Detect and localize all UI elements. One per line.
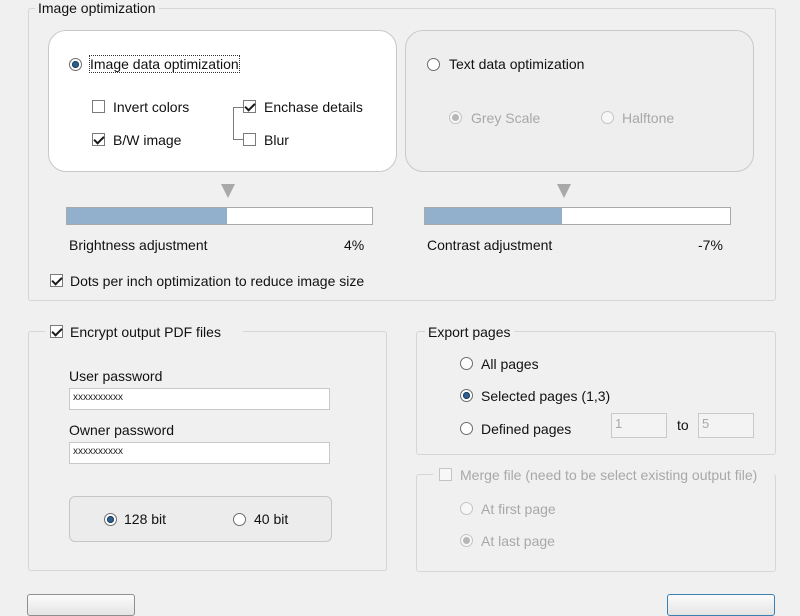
defined-pages-from-input[interactable]: 1 bbox=[611, 413, 667, 438]
text-data-panel bbox=[405, 30, 754, 172]
at-last-page-label[interactable]: At last page bbox=[481, 533, 555, 549]
merge-file-label[interactable]: Merge file (need to be select existing o… bbox=[460, 467, 757, 483]
all-pages-radio[interactable] bbox=[460, 357, 473, 370]
brightness-slider-track[interactable] bbox=[66, 207, 373, 225]
enhance-details-checkbox[interactable] bbox=[243, 100, 256, 113]
brightness-label: Brightness adjustment bbox=[69, 237, 208, 253]
defined-pages-to-input[interactable]: 5 bbox=[698, 413, 754, 438]
encrypt-pdf-checkbox[interactable] bbox=[50, 325, 63, 338]
bit128-radio[interactable] bbox=[104, 513, 117, 526]
to-label: to bbox=[677, 417, 689, 433]
brightness-slider-thumb[interactable] bbox=[221, 184, 235, 198]
image-data-optimization-label[interactable]: Image data optimization bbox=[89, 55, 240, 73]
owner-password-input[interactable]: xxxxxxxxxx bbox=[69, 442, 330, 464]
bit40-label[interactable]: 40 bit bbox=[254, 511, 288, 527]
at-first-page-radio[interactable] bbox=[460, 502, 473, 515]
bit128-label[interactable]: 128 bit bbox=[124, 511, 166, 527]
at-first-page-label[interactable]: At first page bbox=[481, 501, 556, 517]
owner-password-label: Owner password bbox=[69, 422, 175, 438]
defined-pages-label[interactable]: Defined pages bbox=[481, 421, 571, 437]
defined-pages-radio[interactable] bbox=[460, 422, 473, 435]
grey-scale-label[interactable]: Grey Scale bbox=[471, 110, 540, 126]
all-pages-label[interactable]: All pages bbox=[481, 356, 539, 372]
enhance-details-label[interactable]: Enchase details bbox=[264, 99, 363, 115]
bw-image-label[interactable]: B/W image bbox=[113, 132, 181, 148]
blur-checkbox[interactable] bbox=[243, 133, 256, 146]
user-password-label: User password bbox=[69, 368, 163, 384]
contrast-slider-fill bbox=[425, 208, 563, 224]
image-optimization-legend: Image optimization bbox=[35, 0, 159, 16]
selected-pages-radio[interactable] bbox=[460, 389, 473, 402]
at-last-page-radio[interactable] bbox=[460, 534, 473, 547]
brightness-slider-fill bbox=[67, 208, 228, 224]
invert-colors-label[interactable]: Invert colors bbox=[113, 99, 189, 115]
export-pages-legend: Export pages bbox=[425, 324, 514, 340]
text-data-optimization-label[interactable]: Text data optimization bbox=[449, 56, 584, 72]
blur-label[interactable]: Blur bbox=[264, 132, 289, 148]
halftone-radio[interactable] bbox=[601, 111, 614, 124]
selected-pages-label[interactable]: Selected pages (1,3) bbox=[481, 388, 610, 404]
image-data-optimization-radio[interactable] bbox=[69, 58, 82, 71]
right-dialog-button[interactable] bbox=[667, 594, 775, 616]
invert-colors-checkbox[interactable] bbox=[92, 100, 105, 113]
grey-scale-radio[interactable] bbox=[449, 111, 462, 124]
contrast-slider-thumb[interactable] bbox=[557, 184, 571, 198]
left-dialog-button[interactable] bbox=[27, 594, 135, 616]
contrast-slider-track[interactable] bbox=[424, 207, 731, 225]
dpi-optimization-label[interactable]: Dots per inch optimization to reduce ima… bbox=[70, 273, 364, 289]
bw-image-checkbox[interactable] bbox=[92, 133, 105, 146]
dpi-optimization-checkbox[interactable] bbox=[50, 274, 63, 287]
merge-file-checkbox[interactable] bbox=[439, 468, 452, 481]
contrast-value: -7% bbox=[698, 237, 723, 253]
user-password-input[interactable]: xxxxxxxxxx bbox=[69, 388, 330, 410]
bit40-radio[interactable] bbox=[233, 513, 246, 526]
merge-group bbox=[416, 474, 776, 572]
contrast-label: Contrast adjustment bbox=[427, 237, 553, 253]
encrypt-pdf-label[interactable]: Encrypt output PDF files bbox=[70, 324, 221, 340]
text-data-optimization-radio[interactable] bbox=[427, 58, 440, 71]
brightness-value: 4% bbox=[344, 237, 365, 253]
halftone-label[interactable]: Halftone bbox=[622, 110, 674, 126]
